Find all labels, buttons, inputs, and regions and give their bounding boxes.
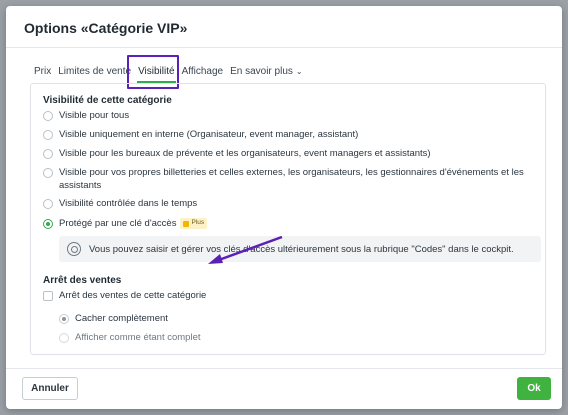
radio-button[interactable]	[43, 111, 53, 121]
cancel-button[interactable]: Annuler	[22, 377, 78, 400]
radio-button-selected[interactable]	[59, 314, 69, 324]
tab-en-savoir-plus-label: En savoir plus	[230, 66, 293, 77]
option-label: Visible uniquement en interne (Organisat…	[59, 129, 359, 140]
option-label: Visible pour vos propres billetteries et…	[59, 167, 524, 192]
option-label: Cacher complètement	[75, 313, 168, 324]
dialog-title: Options «Catégorie VIP»	[24, 20, 188, 36]
radio-button[interactable]	[59, 333, 69, 343]
chevron-down-icon: ⌄	[295, 67, 303, 76]
checkbox-label: Arrêt des ventes de cette catégorie	[59, 290, 207, 301]
tab-limites-de-vente[interactable]: Limites de vente	[56, 66, 133, 77]
option-label-line2: assistants	[59, 179, 102, 191]
visibility-option-timed[interactable]: Visibilité contrôlée dans le temps	[43, 198, 197, 211]
ok-button[interactable]: Ok	[517, 377, 551, 400]
lifebuoy-icon	[67, 242, 81, 256]
sales-stop-option-hide[interactable]: Cacher complètement	[59, 313, 168, 326]
visibility-option-public[interactable]: Visible pour tous	[43, 110, 129, 123]
visibility-section-title: Visibilité de cette catégorie	[43, 95, 172, 106]
options-dialog: Options «Catégorie VIP» Prix Limites de …	[6, 6, 562, 409]
radio-button[interactable]	[43, 199, 53, 209]
plus-badge-label: Plus	[191, 219, 205, 227]
dialog-footer: Annuler Ok	[6, 368, 562, 409]
plus-badge-icon	[183, 220, 190, 227]
tab-en-savoir-plus[interactable]: En savoir plus ⌄	[228, 66, 305, 77]
arrow-annotation-icon	[208, 236, 283, 264]
visibility-option-internal[interactable]: Visible uniquement en interne (Organisat…	[43, 129, 358, 142]
radio-button-selected[interactable]	[43, 219, 53, 229]
tab-prix[interactable]: Prix	[32, 66, 53, 77]
radio-button[interactable]	[43, 149, 53, 159]
option-label: Afficher comme étant complet	[75, 332, 201, 343]
dialog-header: Options «Catégorie VIP»	[6, 6, 562, 48]
visibility-option-presale[interactable]: Visible pour les bureaux de prévente et …	[43, 148, 431, 161]
dialog-body: Prix Limites de vente Visibilité Afficha…	[6, 49, 562, 371]
visibility-option-access-key[interactable]: Protégé par une clé d'accès Plus	[43, 218, 208, 231]
visibility-panel: Visibilité de cette catégorie Visible po…	[30, 83, 546, 355]
info-text: Vous pouvez saisir et gérer vos clés d'a…	[89, 243, 514, 255]
plus-badge: Plus	[180, 218, 208, 229]
sales-stop-checkbox-row[interactable]: Arrêt des ventes de cette catégorie	[43, 290, 206, 303]
sales-stop-option-sold-out[interactable]: Afficher comme étant complet	[59, 332, 201, 345]
option-label: Visible pour les bureaux de prévente et …	[59, 148, 431, 159]
access-key-info-box: Vous pouvez saisir et gérer vos clés d'a…	[59, 236, 541, 262]
option-label-line1: Visible pour vos propres billetteries et…	[59, 167, 524, 178]
option-label: Visibilité contrôlée dans le temps	[59, 198, 198, 209]
sales-stop-checkbox[interactable]	[43, 291, 53, 301]
option-label: Protégé par une clé d'accès	[59, 218, 177, 229]
sales-stop-section-title: Arrêt des ventes	[43, 275, 122, 286]
option-label: Visible pour tous	[59, 110, 130, 121]
radio-button[interactable]	[43, 168, 53, 178]
tab-affichage[interactable]: Affichage	[180, 66, 226, 77]
radio-button[interactable]	[43, 130, 53, 140]
visibility-option-ticketing[interactable]: Visible pour vos propres billetteries et…	[43, 167, 524, 192]
